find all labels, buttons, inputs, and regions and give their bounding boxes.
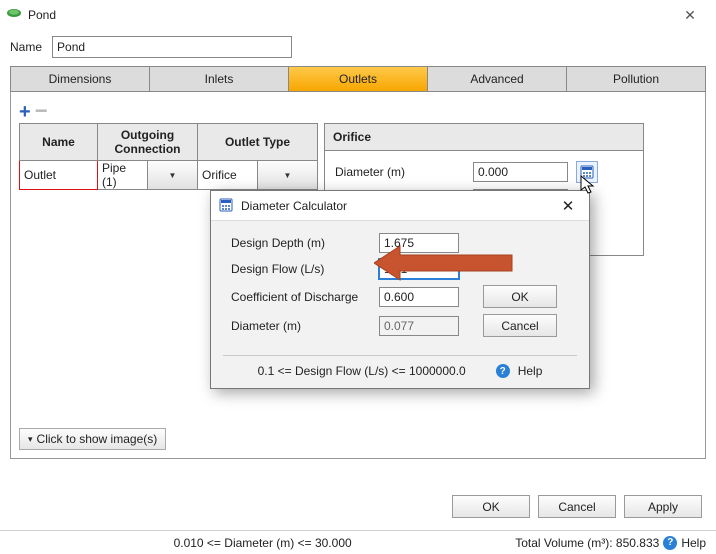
cancel-button[interactable]: Cancel [538,495,616,518]
help-icon[interactable]: ? [663,536,677,550]
status-constraint: 0.010 <= Diameter (m) <= 30.000 [10,536,515,550]
tab-pollution[interactable]: Pollution [566,66,706,92]
col-connection: Outgoing Connection [98,124,198,161]
cell-type[interactable]: Orifice [198,168,257,182]
diameter-label: Diameter (m) [335,165,465,179]
window-title: Pond [28,8,670,22]
show-images-button[interactable]: ▾ Click to show image(s) [19,428,166,450]
calc-diameter-label: Diameter (m) [231,319,379,333]
tab-advanced[interactable]: Advanced [427,66,566,92]
modal-title: Diameter Calculator [241,199,555,213]
ok-button[interactable]: OK [452,495,530,518]
tab-dimensions[interactable]: Dimensions [10,66,149,92]
calculator-icon [219,198,235,214]
col-outlet-type: Outlet Type [198,124,318,161]
chevron-down-icon[interactable]: ▼ [257,161,317,189]
design-depth-field[interactable] [379,233,459,253]
cell-connection[interactable]: Pipe (1) [98,161,147,189]
help-icon[interactable]: ? [496,364,510,378]
orifice-title: Orifice [325,124,643,151]
outlets-grid: Name Outgoing Connection Outlet Type Out… [19,123,318,190]
status-volume: Total Volume (m³): 850.833 [515,536,659,550]
coef-discharge-label: Coefficient of Discharge [231,290,379,304]
modal-help[interactable]: Help [518,364,543,378]
chevron-down-icon: ▾ [28,434,33,445]
status-help[interactable]: Help [681,536,706,550]
calculator-icon[interactable] [576,161,598,183]
show-images-label: Click to show image(s) [37,432,158,446]
tab-outlets[interactable]: Outlets [288,66,427,92]
name-field[interactable] [52,36,292,58]
modal-cancel-button[interactable]: Cancel [483,314,557,337]
chevron-down-icon[interactable]: ▼ [147,161,197,189]
tab-strip: Dimensions Inlets Outlets Advanced Pollu… [10,66,706,92]
coef-discharge-field[interactable] [379,287,459,307]
status-bar: 0.010 <= Diameter (m) <= 30.000 Total Vo… [0,530,716,554]
window-close-button[interactable]: ✕ [670,7,710,24]
remove-row-button[interactable]: − [35,105,48,119]
diameter-calculator-dialog: Diameter Calculator ✕ Design Depth (m) D… [210,190,590,389]
tab-inlets[interactable]: Inlets [149,66,288,92]
diameter-field[interactable] [473,162,568,182]
name-label: Name [10,40,42,54]
table-row[interactable]: Outlet Pipe (1)▼ Orifice▼ [20,161,318,190]
design-flow-label: Design Flow (L/s) [231,262,379,276]
design-depth-label: Design Depth (m) [231,236,379,250]
calc-diameter-field [379,316,459,336]
modal-close-button[interactable]: ✕ [555,197,581,215]
app-icon [6,7,22,23]
apply-button[interactable]: Apply [624,495,702,518]
modal-ok-button[interactable]: OK [483,285,557,308]
add-row-button[interactable]: + [19,105,31,119]
design-flow-field[interactable] [379,259,459,279]
col-name: Name [20,124,98,161]
modal-constraint: 0.1 <= Design Flow (L/s) <= 1000000.0 [258,364,466,378]
cell-name[interactable]: Outlet [20,168,97,182]
title-bar: Pond ✕ [0,0,716,30]
